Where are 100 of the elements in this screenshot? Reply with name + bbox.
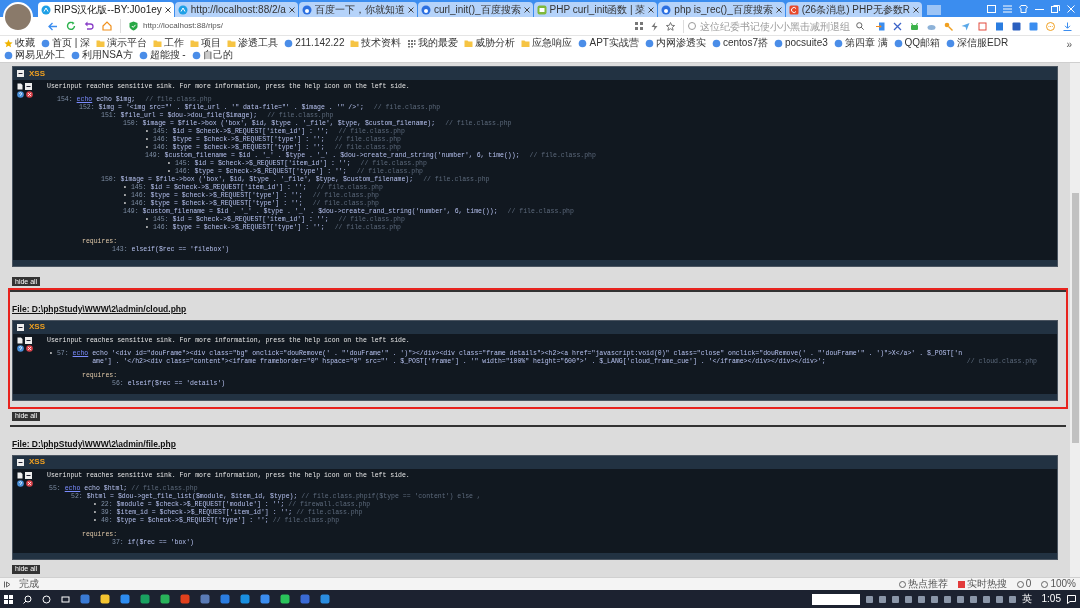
search-icon[interactable]	[23, 594, 32, 604]
minimize-icon[interactable]	[25, 83, 32, 90]
bookmark[interactable]: pocsuite3	[773, 37, 828, 49]
browser-tab[interactable]: RIPS汉化版--BY:J0o1ey	[38, 2, 174, 17]
grid-icon	[407, 38, 417, 48]
bookmark[interactable]: 项目	[190, 37, 222, 49]
bookmark[interactable]: 第四章 满	[833, 37, 888, 49]
bookmark[interactable]: 自己的	[191, 49, 233, 61]
file-icon[interactable]	[17, 336, 23, 344]
close-icon[interactable]	[775, 6, 782, 13]
close-icon[interactable]	[523, 6, 530, 13]
folder-icon	[464, 38, 474, 48]
close-icon[interactable]	[913, 6, 920, 13]
scissors-icon[interactable]	[893, 21, 902, 31]
collapse-icon[interactable]	[17, 458, 24, 466]
close-icon[interactable]	[407, 6, 414, 13]
android-icon[interactable]	[910, 21, 919, 31]
bookmark[interactable]: 威胁分析	[464, 37, 516, 49]
bookmark[interactable]: 211.142.22	[284, 37, 345, 49]
bookmark[interactable]: 渗透工具	[227, 37, 279, 49]
close-icon[interactable]	[26, 479, 33, 487]
browser-tab[interactable]: php is_rec()_百度搜索	[658, 2, 785, 17]
browser-tab[interactable]: 百度一下，你就知道	[298, 2, 417, 17]
taskbar-input-field[interactable]	[811, 593, 860, 605]
avatar[interactable]	[3, 2, 33, 32]
undo-icon[interactable]	[84, 21, 94, 31]
status-item[interactable]: 实时热搜	[957, 579, 1007, 589]
file-icon[interactable]	[17, 83, 23, 90]
download-icon[interactable]	[1063, 21, 1072, 31]
site-icon	[301, 4, 312, 15]
address-bar[interactable]: http://localhost:88/rips/	[120, 19, 627, 33]
bookmark[interactable]: QQ邮箱	[893, 37, 941, 49]
bookmark[interactable]: 深信服EDR	[946, 37, 1009, 49]
site-icon	[578, 38, 588, 48]
file-path-link[interactable]: File: D:\phpStudy\WWW\2\admin/file.php	[12, 437, 176, 451]
browser-tab[interactable]: PHP curl_init函数 | 菜	[533, 2, 658, 17]
status-item[interactable]: 100%	[1041, 579, 1076, 589]
collapse-icon[interactable]	[17, 323, 24, 331]
site-icon	[4, 50, 13, 60]
status-item[interactable]: 热点推荐	[898, 579, 948, 589]
help-icon[interactable]	[17, 344, 24, 352]
browser-tab[interactable]: (26条消息) PHP无参数R	[785, 2, 923, 17]
login-icon[interactable]	[876, 21, 885, 31]
bookmark[interactable]: 应急响应	[521, 37, 573, 49]
more-bookmarks-button[interactable]: »	[1066, 37, 1076, 52]
qr-code-icon[interactable]	[635, 22, 643, 30]
site-icon	[833, 38, 843, 48]
scrollbar-thumb[interactable]	[1071, 193, 1079, 443]
bookmark[interactable]: APT实战营	[578, 37, 639, 49]
star-icon[interactable]	[666, 21, 675, 31]
close-icon[interactable]	[288, 6, 295, 13]
folder-icon	[190, 38, 200, 48]
browser-tab[interactable]: curl_init()_百度搜索	[417, 2, 533, 17]
shirt-icon[interactable]	[1019, 4, 1028, 13]
bookmark[interactable]: 利用NSA方	[71, 49, 133, 61]
site-icon	[946, 38, 956, 48]
clock[interactable]: 1:05	[1041, 594, 1061, 604]
bookmark[interactable]: 内网渗透实	[644, 37, 706, 49]
site-icon	[420, 4, 431, 15]
search-field[interactable]: 这位纪委书记使小小黑击减刑退组	[683, 19, 868, 33]
task-view-icon[interactable]	[61, 594, 70, 604]
refresh-icon[interactable]	[66, 21, 76, 31]
bookmark[interactable]: 技术资料	[350, 37, 402, 49]
bookmark[interactable]: 演示平台	[96, 37, 148, 49]
close-icon[interactable]	[648, 6, 655, 13]
notification-icon[interactable]	[1067, 594, 1076, 604]
browser-tab[interactable]: http://localhost:88/2/a	[174, 2, 298, 17]
scrollbar[interactable]	[1070, 63, 1080, 577]
lightning-icon[interactable]	[651, 21, 658, 31]
minimize-icon[interactable]	[25, 336, 32, 344]
file-icon[interactable]	[17, 471, 23, 479]
bookmark[interactable]: 收藏	[4, 37, 35, 49]
circle-icon[interactable]	[42, 594, 51, 604]
bookmark[interactable]: 网易见外工	[4, 49, 65, 61]
bookmark[interactable]: centos7搭	[711, 37, 768, 49]
bookmark[interactable]: 工作	[153, 37, 185, 49]
site-icon	[191, 50, 201, 60]
site-icon	[711, 38, 721, 48]
input-method-indicator[interactable]: 英	[1021, 594, 1032, 604]
minimize-icon[interactable]	[25, 471, 32, 479]
bookmark[interactable]: 超能搜 -	[138, 49, 186, 61]
sidebar-toggle-icon[interactable]	[4, 580, 11, 588]
site-icon	[41, 4, 51, 15]
folder-icon	[521, 38, 531, 48]
close-icon[interactable]	[26, 344, 33, 352]
folder-icon	[153, 38, 163, 48]
maximize-icon[interactable]	[1051, 4, 1060, 13]
status-item[interactable]: 0	[1016, 579, 1032, 589]
site-icon	[893, 38, 903, 48]
close-icon[interactable]	[164, 6, 171, 13]
windows-icon[interactable]	[4, 594, 13, 604]
help-icon[interactable]	[17, 479, 24, 487]
bookmark[interactable]: 首页 | 深	[41, 37, 91, 49]
site-icon	[177, 4, 188, 15]
back-icon[interactable]	[48, 21, 58, 31]
send-icon[interactable]	[961, 21, 970, 31]
bookmark[interactable]: 我的最爱	[407, 37, 459, 49]
collapse-icon[interactable]	[17, 70, 24, 77]
file-path-link[interactable]: File: D:\phpStudy\WWW\2\admin/cloud.php	[12, 303, 187, 316]
help-icon[interactable]	[17, 91, 24, 98]
